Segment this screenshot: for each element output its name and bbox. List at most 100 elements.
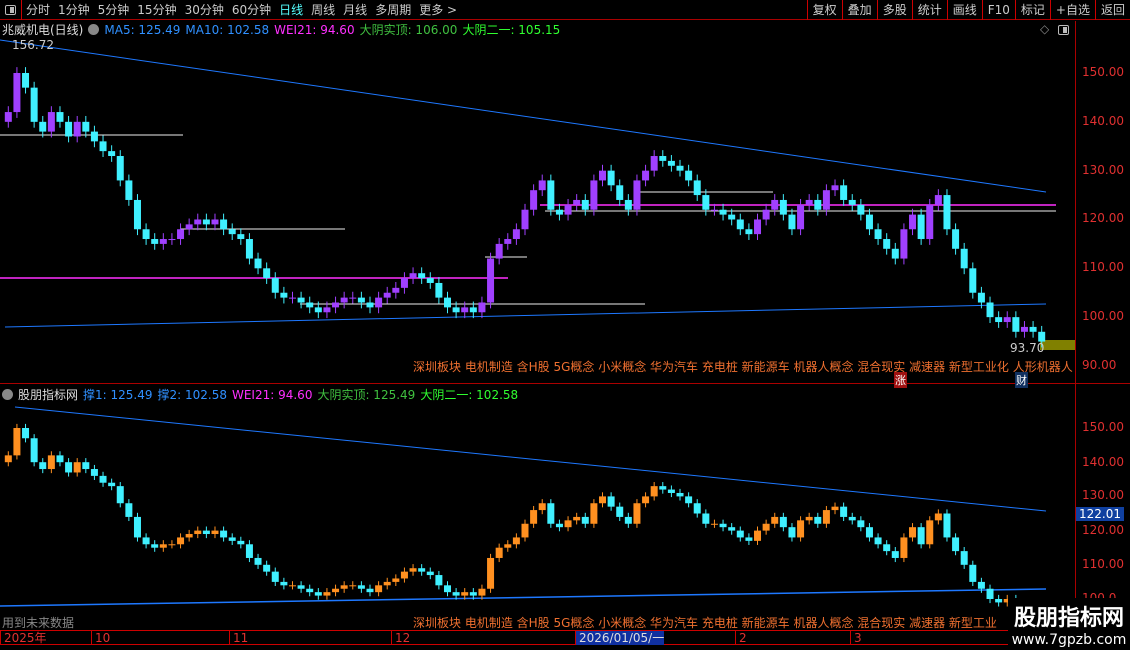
candle-body xyxy=(900,229,908,259)
sub-candle-body xyxy=(573,516,581,521)
sub-candle-body xyxy=(366,588,374,593)
candle-body xyxy=(952,229,960,249)
sub-candle-body xyxy=(383,581,391,586)
sub-candle-body xyxy=(685,496,693,504)
sub-candle-body xyxy=(461,592,469,596)
sub-candle-body xyxy=(538,503,546,511)
sub-candle-body xyxy=(306,588,314,593)
candle-body xyxy=(590,180,598,210)
sub-candle-body xyxy=(185,534,193,538)
candle-body xyxy=(142,229,150,240)
sub-candle-body xyxy=(487,557,495,589)
candle-body xyxy=(177,229,185,240)
sub-candle-body xyxy=(521,523,529,538)
candle-body xyxy=(30,87,38,122)
y-tick: 130.00 xyxy=(1082,163,1124,177)
candle-body xyxy=(667,160,675,166)
candle-body xyxy=(383,292,391,298)
cai-badge[interactable]: 财 xyxy=(1015,372,1028,388)
candle-body xyxy=(108,151,116,157)
candle-body xyxy=(771,199,779,210)
sub-candle-body xyxy=(771,516,779,524)
sub-candle-body xyxy=(977,581,985,589)
sub-candle-body xyxy=(702,513,710,524)
sub-candle-body xyxy=(332,588,340,593)
candle-body xyxy=(926,204,934,240)
support-line-main xyxy=(4,303,1047,328)
tool-button[interactable]: 返回 xyxy=(1094,0,1130,20)
candle-body xyxy=(917,214,925,240)
time-label: 11 xyxy=(229,631,248,645)
candle-body xyxy=(1012,317,1020,332)
candle-body xyxy=(65,121,73,137)
y-tick: 120.00 xyxy=(1082,211,1124,225)
candle-body xyxy=(4,112,12,122)
candle-body xyxy=(676,165,684,171)
candle-body xyxy=(357,297,365,303)
candle-body xyxy=(487,258,495,303)
sub-candle-body xyxy=(530,510,538,524)
candle-body xyxy=(392,287,400,293)
candle-body xyxy=(633,180,641,210)
time-label: 10 xyxy=(91,631,110,645)
sub-candle-body xyxy=(633,503,641,524)
sub-candle-body xyxy=(237,540,245,545)
candle-body xyxy=(547,180,555,210)
sub-candle-body xyxy=(426,571,434,576)
sub-candle-body xyxy=(960,551,968,565)
candle-body xyxy=(788,214,796,230)
y-tick: 150.00 xyxy=(1082,65,1124,79)
candle-body xyxy=(814,199,822,210)
candle-body xyxy=(452,307,460,313)
sub-candle-body xyxy=(392,578,400,582)
time-axis: 2025年 10 11 12 2026/01/05/一 2 3 xyxy=(0,630,1130,645)
candle-body xyxy=(314,307,322,313)
time-label: 12 xyxy=(391,631,410,645)
candle-body xyxy=(779,199,787,215)
concept-tags-sub[interactable]: 深圳板块 电机制造 含H股 5G概念 小米概念 华为汽车 充电桩 新能源车 机器… xyxy=(413,614,997,631)
candle-body xyxy=(194,219,202,225)
sub-candle-body xyxy=(788,527,796,538)
sub-candle-body xyxy=(934,513,942,521)
sub-candle-body xyxy=(297,585,305,589)
candle-body xyxy=(616,185,624,200)
sub-candle-body xyxy=(719,523,727,528)
candle-body xyxy=(504,239,512,244)
candle-body xyxy=(443,297,451,308)
sub-candle-body xyxy=(418,568,426,572)
candle-body xyxy=(857,204,865,215)
zhang-badge[interactable]: 涨 xyxy=(894,372,907,388)
future-data-note: 用到未来数据 xyxy=(2,616,75,630)
sub-candle-body xyxy=(650,486,658,497)
sub-candle-body xyxy=(848,516,856,521)
candle-body xyxy=(478,302,486,313)
candle-body xyxy=(288,297,296,299)
sub-candle-body xyxy=(822,510,830,524)
sub-candle-body xyxy=(263,564,271,572)
sub-candle-body xyxy=(469,592,477,596)
candle-body xyxy=(995,317,1003,323)
candle-body xyxy=(263,268,271,279)
candle-body xyxy=(82,121,90,132)
sub-candle-body xyxy=(452,592,460,596)
candle-body xyxy=(762,209,770,220)
candle-body xyxy=(271,278,279,293)
concept-tags[interactable]: 深圳板块 电机制造 含H股 5G概念 小米概念 华为汽车 充电桩 新能源车 机器… xyxy=(413,358,1073,375)
candle-body xyxy=(418,273,426,279)
sub-candle-body xyxy=(73,462,81,473)
sub-candle-body xyxy=(564,520,572,528)
kline-chart[interactable] xyxy=(0,0,1075,630)
candle-body xyxy=(883,239,891,249)
candle-body xyxy=(375,297,383,308)
sub-candle-body xyxy=(280,581,288,586)
candle-body xyxy=(469,307,477,313)
candle-body xyxy=(254,258,262,269)
candle-body xyxy=(202,219,210,225)
candle-body xyxy=(719,209,727,215)
candle-body xyxy=(73,121,81,137)
sub-candle-body xyxy=(667,489,675,493)
y-tick: 110.00 xyxy=(1082,557,1124,571)
sub-candle-body xyxy=(814,516,822,524)
sub-candle-body xyxy=(168,544,176,546)
sub-candle-body xyxy=(116,486,124,504)
